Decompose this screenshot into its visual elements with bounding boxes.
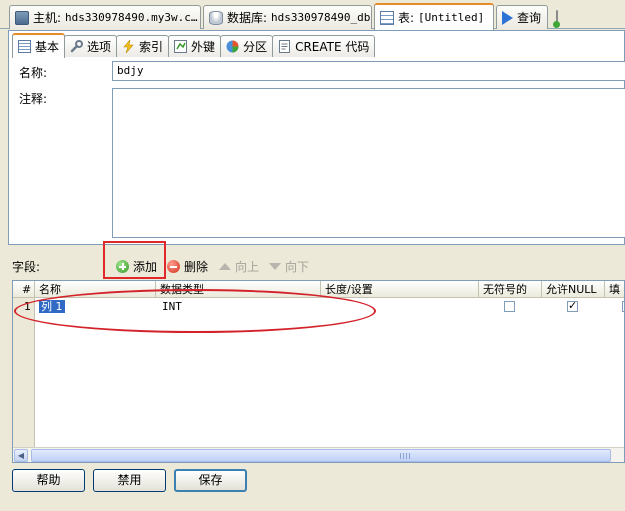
table-editor-panel: 基本 选项 索引 外键 分区 CREATE 代码 名称: bdjy 注释: [8, 30, 625, 245]
editor-sub-tabs: 基本 选项 索引 外键 分区 CREATE 代码 [12, 33, 376, 58]
new-query-icon [556, 10, 558, 26]
add-icon [116, 260, 129, 273]
table-icon [380, 10, 394, 25]
add-field-label: 添加 [133, 260, 158, 274]
delete-field-label: 删除 [184, 260, 209, 274]
field-type-cell[interactable]: INT [158, 298, 318, 315]
arrow-up-icon [219, 263, 231, 270]
add-field-button[interactable]: 添加 [116, 258, 157, 275]
tab-database-label: 数据库: [227, 11, 268, 25]
scroll-left-icon[interactable]: ◀ [14, 449, 28, 462]
code-icon [279, 40, 291, 53]
column-header-name[interactable]: 名称 [35, 281, 156, 298]
scrollbar-thumb[interactable] [31, 449, 611, 462]
arrow-down-icon [269, 263, 281, 270]
tab-indexes-label: 索引 [139, 40, 164, 54]
document-tab-strip: 主机: hds330978490.my3w.c… 数据库: hds3309784… [0, 0, 625, 30]
delete-field-button[interactable]: 删除 [167, 258, 208, 275]
name-label: 名称: [19, 66, 48, 80]
host-icon [15, 10, 29, 25]
table-row[interactable]: 1 列 1 INT [13, 298, 624, 315]
tab-database[interactable]: 数据库: hds330978490_db [203, 5, 372, 29]
tab-query-label: 查询 [517, 11, 542, 25]
column-header-length[interactable]: 长度/设置 [321, 281, 479, 298]
tab-basic[interactable]: 基本 [12, 33, 66, 58]
new-query-tab-button[interactable] [556, 10, 558, 26]
column-header-allow-null[interactable]: 允许NULL [542, 281, 605, 298]
lightning-icon [123, 40, 134, 53]
tab-query[interactable]: 查询 [496, 5, 548, 29]
wrench-icon [70, 40, 84, 53]
tab-table-label: 表: [398, 11, 415, 25]
unsigned-checkbox[interactable] [504, 301, 515, 312]
table-icon [18, 40, 31, 53]
fields-toolbar: 字段: 添加 删除 向上 向下 [0, 250, 625, 278]
move-down-label: 向下 [285, 260, 310, 274]
tab-partitions-label: 分区 [243, 40, 268, 54]
move-up-button[interactable]: 向上 [219, 258, 259, 275]
comment-textarea[interactable] [112, 88, 625, 238]
fields-grid: # 名称 数据类型 长度/设置 无符号的 允许NULL 填 1 列 1 INT … [12, 280, 625, 463]
fields-label: 字段: [12, 260, 41, 274]
tab-options-label: 选项 [87, 40, 112, 54]
tab-host-value: hds330978490.my3w.c… [65, 11, 198, 24]
tab-host-label: 主机: [33, 11, 62, 25]
play-icon [502, 10, 513, 25]
column-header-fill[interactable]: 填 [605, 281, 624, 298]
tab-create-code-label: CREATE 代码 [295, 40, 370, 54]
move-down-button[interactable]: 向下 [269, 258, 309, 275]
tab-table-value: [Untitled] [418, 11, 485, 24]
tab-basic-label: 基本 [35, 40, 60, 54]
move-up-label: 向上 [235, 260, 260, 274]
tab-options[interactable]: 选项 [64, 35, 118, 57]
disable-button[interactable]: 禁用 [93, 469, 166, 492]
tab-host[interactable]: 主机: hds330978490.my3w.c… [9, 5, 201, 29]
tab-foreign-keys[interactable]: 外键 [168, 35, 222, 57]
database-icon [209, 10, 223, 25]
row-number: 1 [24, 300, 31, 313]
field-length-cell[interactable] [323, 298, 477, 315]
table-name-input[interactable]: bdjy [112, 61, 625, 81]
help-button[interactable]: 帮助 [12, 469, 85, 492]
pie-icon [226, 40, 239, 53]
column-header-data-type[interactable]: 数据类型 [156, 281, 321, 298]
column-header-unsigned[interactable]: 无符号的 [479, 281, 542, 298]
grid-header: # 名称 数据类型 长度/设置 无符号的 允许NULL 填 [13, 281, 624, 298]
tab-indexes[interactable]: 索引 [116, 35, 170, 57]
tab-create-code[interactable]: CREATE 代码 [272, 35, 376, 57]
tab-table[interactable]: 表: [Untitled] [374, 3, 494, 30]
tab-partitions[interactable]: 分区 [220, 35, 274, 57]
save-button[interactable]: 保存 [174, 469, 247, 492]
tab-foreign-keys-label: 外键 [191, 40, 216, 54]
allow-null-checkbox[interactable] [567, 299, 578, 312]
field-name-value[interactable]: 列 1 [39, 300, 65, 313]
horizontal-scrollbar[interactable]: ◀ [13, 447, 624, 462]
foreign-key-icon [174, 40, 188, 53]
delete-icon [167, 260, 180, 273]
scrollbar-grip-icon [400, 453, 410, 459]
tab-database-value: hds330978490_db [271, 11, 371, 24]
comment-label: 注释: [19, 92, 48, 106]
field-name-cell[interactable]: 列 1 [37, 298, 150, 315]
row-number-gutter [13, 298, 35, 462]
column-header-number: # [13, 281, 35, 298]
